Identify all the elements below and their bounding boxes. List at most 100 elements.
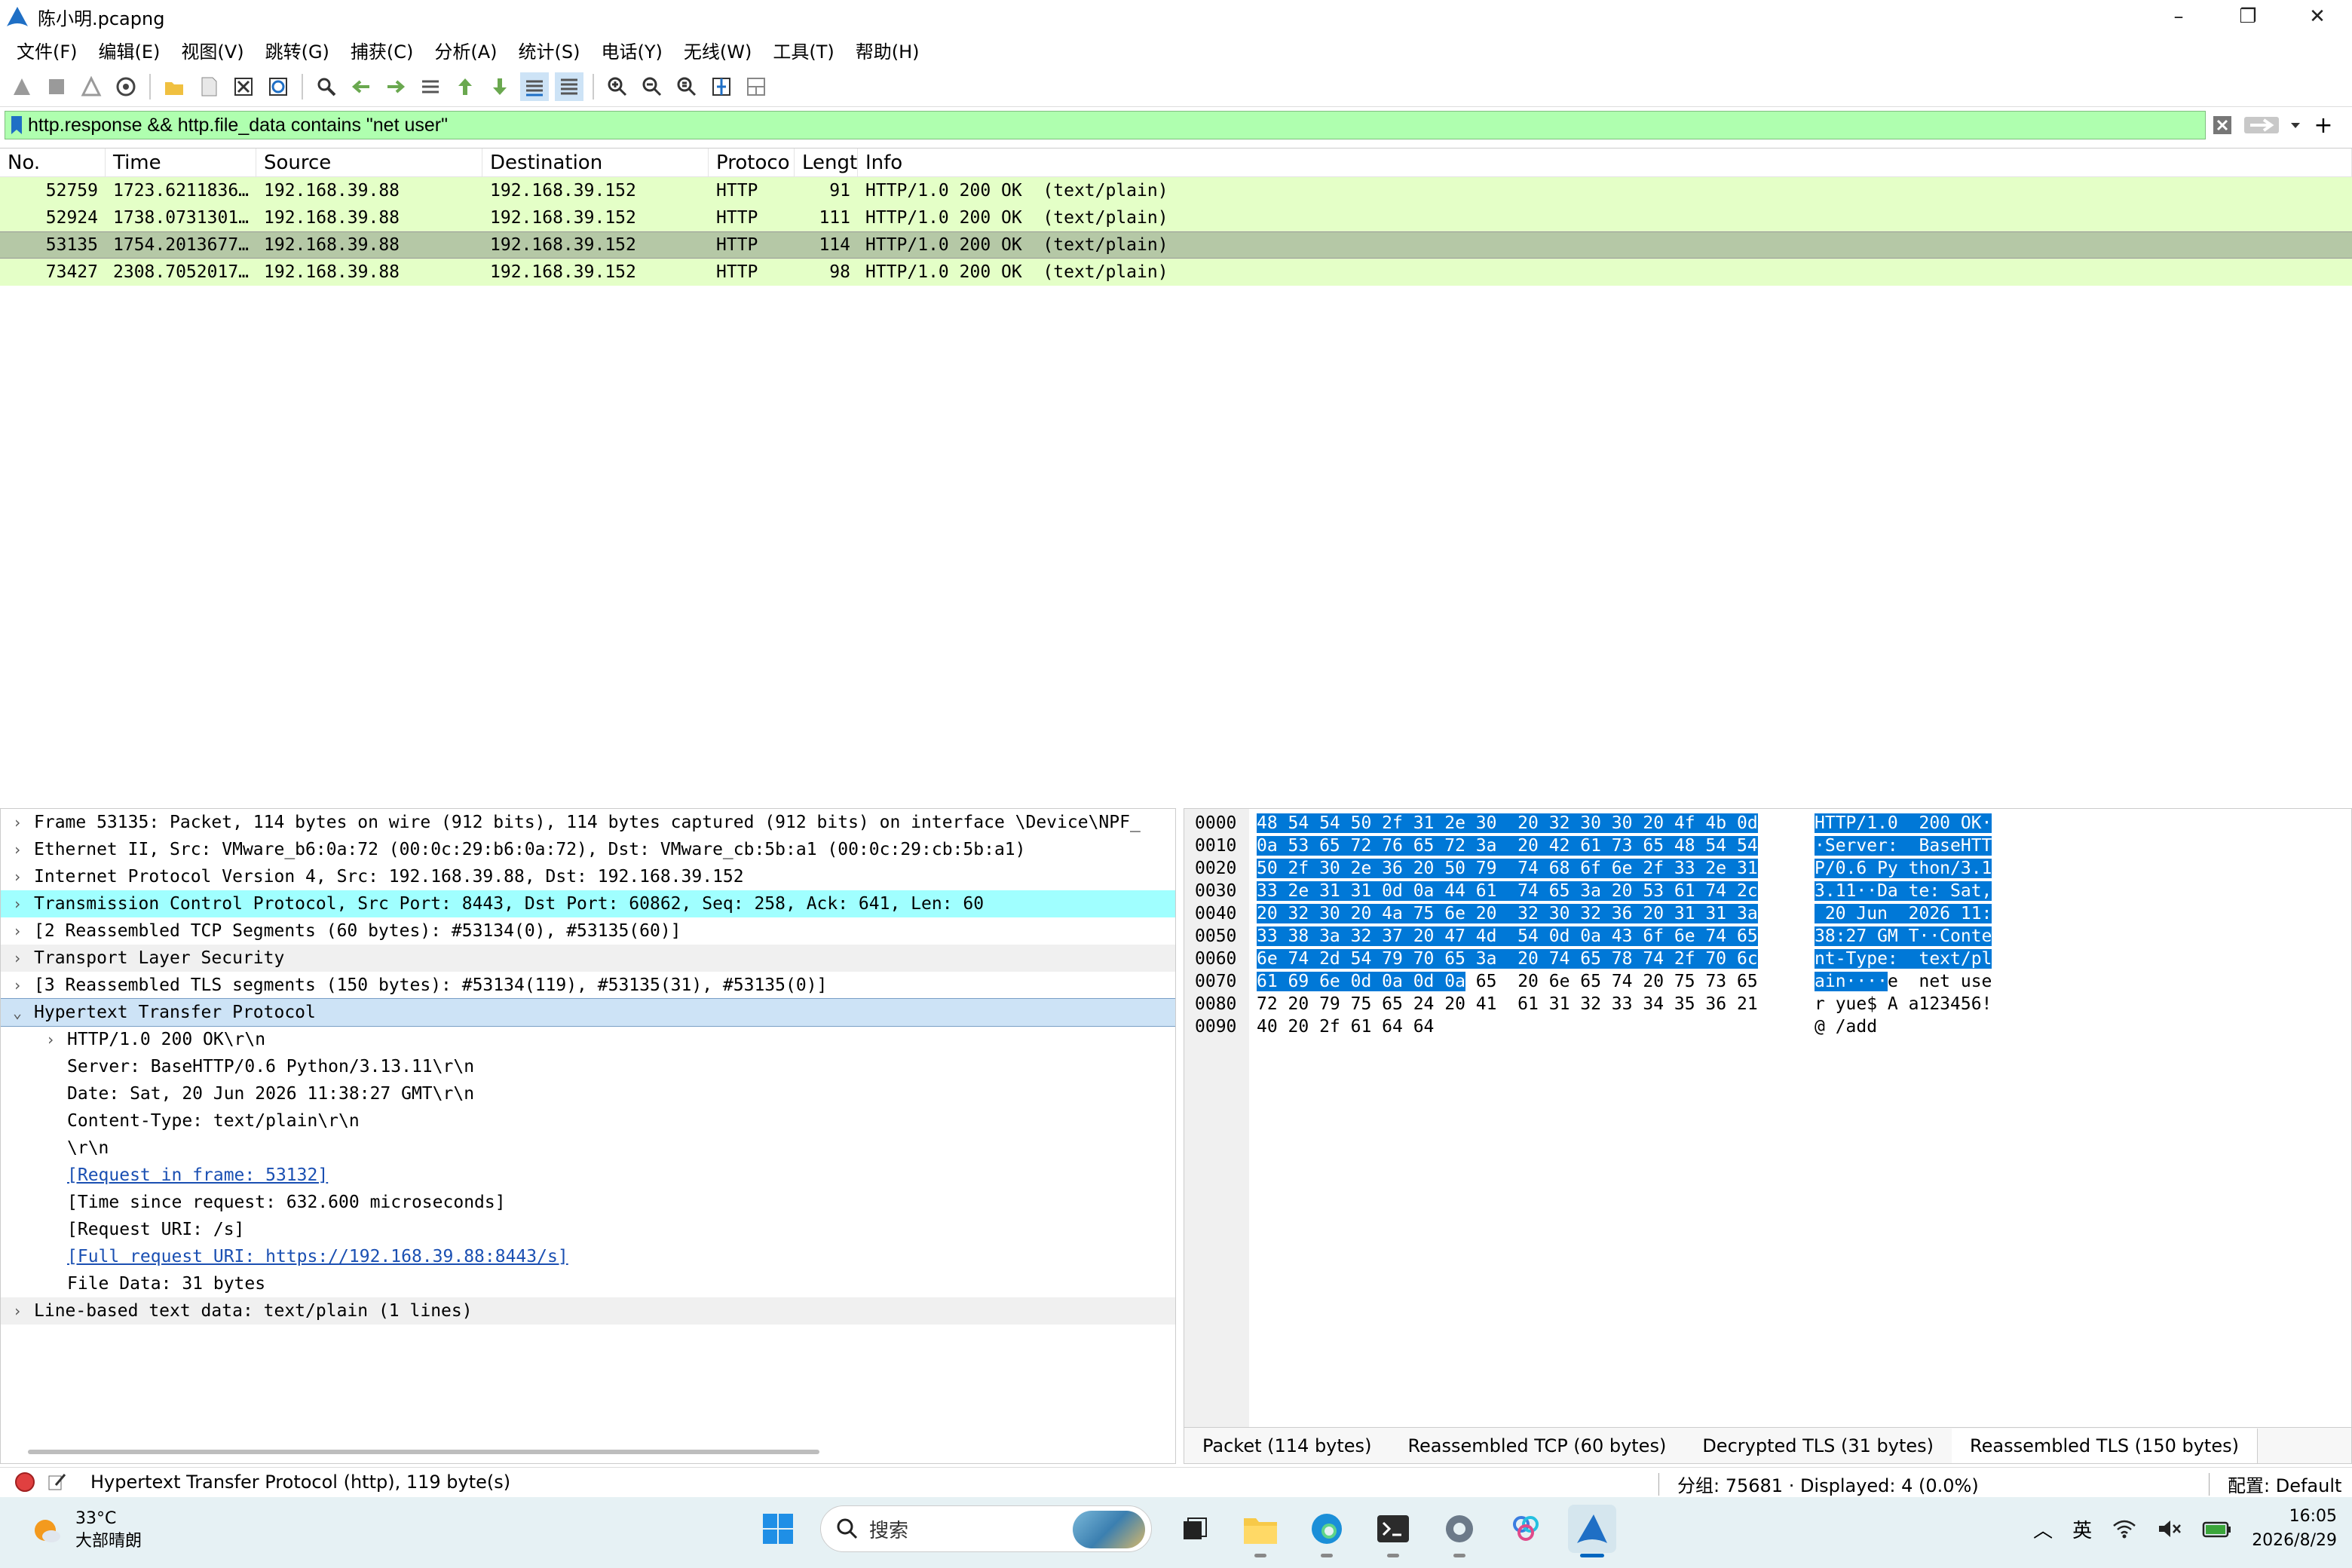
menu-capture[interactable]: 捕获(C) bbox=[340, 37, 424, 63]
column-source[interactable]: Source bbox=[256, 148, 482, 177]
hex-bytes[interactable]: 72 20 79 75 65 24 20 41 61 31 32 33 34 3… bbox=[1257, 993, 1758, 1015]
hex-bytes-highlighted[interactable]: 48 54 54 50 2f 31 2e 30 20 32 30 30 20 4… bbox=[1257, 813, 1758, 833]
expand-arrow-icon[interactable]: › bbox=[1, 945, 34, 972]
capture-comment-icon[interactable] bbox=[47, 1472, 68, 1493]
first-packet-icon[interactable] bbox=[451, 72, 479, 101]
layout-icon[interactable] bbox=[742, 72, 770, 101]
hex-bytes-highlighted[interactable]: 20 32 30 20 4a 75 6e 20 32 30 32 36 20 3… bbox=[1257, 904, 1758, 923]
tree-item-reassembled-tcp[interactable]: › [2 Reassembled TCP Segments (60 bytes):… bbox=[1, 917, 1175, 945]
restore-button[interactable]: ❐ bbox=[2213, 0, 2283, 33]
ascii-highlighted[interactable]: 38:27 GM T··Conte bbox=[1815, 926, 1992, 946]
hex-bytes[interactable]: 61 69 6e 0d 0a 0d 0a 65 20 6e 65 74 20 7… bbox=[1257, 970, 1758, 993]
cloud-app-icon[interactable] bbox=[1502, 1505, 1550, 1553]
packet-row-selected[interactable]: 53135 1754.2013677… 192.168.39.88 192.16… bbox=[0, 231, 2352, 259]
tab-packet-bytes[interactable]: Packet (114 bytes) bbox=[1184, 1429, 1389, 1463]
go-back-icon[interactable] bbox=[347, 72, 375, 101]
menu-wireless[interactable]: 无线(W) bbox=[673, 37, 762, 63]
ascii-plain[interactable]: e net use bbox=[1888, 972, 1992, 991]
tree-item-http-content-type[interactable]: Content-Type: text/plain\r\n bbox=[1, 1107, 1175, 1135]
tree-item-request-uri[interactable]: [Request URI: /s] bbox=[1, 1216, 1175, 1243]
zoom-in-icon[interactable] bbox=[603, 72, 632, 101]
tree-item-tls[interactable]: › Transport Layer Security bbox=[1, 945, 1175, 972]
ascii-bytes[interactable]: ain····e net use bbox=[1815, 970, 1992, 993]
hex-bytes-plain[interactable]: 65 20 6e 65 74 20 75 73 65 bbox=[1465, 972, 1758, 991]
ascii-plain[interactable]: r yue$ A a123456! bbox=[1815, 994, 1992, 1014]
terminal-icon[interactable] bbox=[1369, 1505, 1417, 1557]
menu-analyze[interactable]: 分析(A) bbox=[424, 37, 507, 63]
auto-scroll-icon[interactable] bbox=[520, 72, 549, 101]
add-filter-button-icon[interactable]: + bbox=[2307, 111, 2340, 139]
hex-bytes-highlighted[interactable]: 33 2e 31 31 0d 0a 44 61 74 65 3a 20 53 6… bbox=[1257, 881, 1758, 901]
start-capture-icon[interactable] bbox=[8, 72, 36, 101]
apply-filter-icon[interactable] bbox=[2239, 111, 2284, 139]
hex-bytes-highlighted[interactable]: 61 69 6e 0d 0a 0d 0a bbox=[1257, 972, 1465, 991]
tab-reassembled-tcp[interactable]: Reassembled TCP (60 bytes) bbox=[1389, 1429, 1684, 1463]
start-menu-icon[interactable] bbox=[754, 1505, 802, 1553]
hex-bytes-highlighted[interactable]: 0a 53 65 72 76 65 72 3a 20 42 61 73 65 4… bbox=[1257, 836, 1758, 856]
system-clock[interactable]: 16:05 2026/8/29 bbox=[2252, 1505, 2337, 1553]
ascii-plain[interactable]: @ /add bbox=[1815, 1017, 1877, 1037]
tab-reassembled-tls[interactable]: Reassembled TLS (150 bytes) bbox=[1952, 1428, 2258, 1463]
hex-bytes[interactable]: 33 38 3a 32 37 20 47 4d 54 0d 0a 43 6f 6… bbox=[1257, 925, 1758, 948]
tree-item-ethernet[interactable]: › Ethernet II, Src: VMware_b6:0a:72 (00:0… bbox=[1, 836, 1175, 863]
expand-arrow-icon[interactable]: › bbox=[1, 809, 34, 836]
tree-item-line-based-text[interactable]: › Line-based text data: text/plain (1 lin… bbox=[1, 1297, 1175, 1325]
stop-capture-icon[interactable] bbox=[42, 72, 71, 101]
ascii-bytes[interactable]: 20 Jun 2026 11: bbox=[1815, 902, 1992, 925]
go-to-packet-icon[interactable] bbox=[416, 72, 445, 101]
resize-columns-icon[interactable] bbox=[707, 72, 736, 101]
expand-arrow-icon[interactable]: › bbox=[1, 863, 34, 890]
wifi-icon[interactable] bbox=[2112, 1518, 2137, 1539]
expand-arrow-icon[interactable]: › bbox=[1, 917, 34, 945]
tree-item-reassembled-tls[interactable]: › [3 Reassembled TLS segments (150 bytes)… bbox=[1, 972, 1175, 999]
hex-bytes[interactable]: 50 2f 30 2e 36 20 50 79 74 68 6f 6e 2f 3… bbox=[1257, 857, 1758, 880]
ascii-highlighted[interactable]: HTTP/1.0 200 OK· bbox=[1815, 813, 1992, 833]
ascii-highlighted[interactable]: nt-Type: text/pl bbox=[1815, 949, 1992, 969]
display-filter-input[interactable] bbox=[28, 114, 2184, 136]
tree-item-http[interactable]: ⌄ Hypertext Transfer Protocol bbox=[1, 998, 1175, 1027]
tree-item-request-in-frame-link[interactable]: [Request in frame: 53132] bbox=[1, 1162, 1175, 1189]
hex-bytes-highlighted[interactable]: 6e 74 2d 54 79 70 65 3a 20 74 65 78 74 2… bbox=[1257, 949, 1758, 969]
tree-item-http-crlf[interactable]: \r\n bbox=[1, 1135, 1175, 1162]
hex-bytes[interactable]: 0a 53 65 72 76 65 72 3a 20 42 61 73 65 4… bbox=[1257, 835, 1758, 857]
hex-bytes-highlighted[interactable]: 33 38 3a 32 37 20 47 4d 54 0d 0a 43 6f 6… bbox=[1257, 926, 1758, 946]
ascii-bytes[interactable]: P/0.6 Py thon/3.1 bbox=[1815, 857, 1992, 880]
menu-file[interactable]: 文件(F) bbox=[6, 37, 88, 63]
horizontal-scrollbar[interactable] bbox=[28, 1450, 819, 1454]
expand-arrow-icon[interactable]: › bbox=[1, 972, 34, 999]
hex-bytes-highlighted[interactable]: 50 2f 30 2e 36 20 50 79 74 68 6f 6e 2f 3… bbox=[1257, 859, 1758, 878]
ascii-bytes[interactable]: ·Server: BaseHTT bbox=[1815, 835, 1992, 857]
task-view-icon[interactable] bbox=[1170, 1505, 1218, 1553]
volume-muted-icon[interactable] bbox=[2157, 1518, 2182, 1539]
tree-item-file-data[interactable]: File Data: 31 bytes bbox=[1, 1270, 1175, 1297]
ascii-bytes[interactable]: @ /add bbox=[1815, 1015, 1877, 1038]
tree-item-frame[interactable]: › Frame 53135: Packet, 114 bytes on wire … bbox=[1, 809, 1175, 836]
packet-row[interactable]: 52759 1723.6211836… 192.168.39.88 192.16… bbox=[0, 177, 2352, 204]
ascii-highlighted[interactable]: ·Server: BaseHTT bbox=[1815, 836, 1992, 856]
hex-bytes-plain[interactable]: 40 20 2f 61 64 64 bbox=[1257, 1017, 1434, 1037]
tree-item-full-request-uri-link[interactable]: [Full request URI: https://192.168.39.88… bbox=[1, 1243, 1175, 1270]
menu-edit[interactable]: 编辑(E) bbox=[88, 37, 171, 63]
find-packet-icon[interactable] bbox=[312, 72, 341, 101]
ascii-highlighted[interactable]: ain···· bbox=[1815, 972, 1888, 991]
normal-size-icon[interactable] bbox=[672, 72, 701, 101]
hex-bytes[interactable]: 40 20 2f 61 64 64 bbox=[1257, 1015, 1434, 1038]
ascii-highlighted[interactable]: P/0.6 Py thon/3.1 bbox=[1815, 859, 1992, 878]
colorize-icon[interactable] bbox=[555, 72, 583, 101]
save-file-icon[interactable] bbox=[194, 72, 223, 101]
close-file-icon[interactable] bbox=[229, 72, 258, 101]
column-time[interactable]: Time bbox=[106, 148, 256, 177]
menu-telephony[interactable]: 电话(Y) bbox=[591, 37, 673, 63]
file-explorer-icon[interactable] bbox=[1236, 1505, 1285, 1557]
column-no[interactable]: No. bbox=[0, 148, 106, 177]
hex-bytes[interactable]: 48 54 54 50 2f 31 2e 30 20 32 30 30 20 4… bbox=[1257, 812, 1758, 835]
request-frame-link[interactable]: [Request in frame: 53132] bbox=[67, 1162, 328, 1189]
packet-row[interactable]: 73427 2308.7052017… 192.168.39.88 192.16… bbox=[0, 259, 2352, 286]
status-profile[interactable]: 配置: Default bbox=[2228, 1471, 2341, 1497]
hex-bytes-plain[interactable]: 72 20 79 75 65 24 20 41 61 31 32 33 34 3… bbox=[1257, 994, 1758, 1014]
chevron-up-icon[interactable]: ︿ bbox=[2033, 1515, 2053, 1543]
wireshark-taskbar-icon[interactable] bbox=[1568, 1505, 1616, 1557]
expand-arrow-icon[interactable]: › bbox=[1, 836, 34, 863]
column-length[interactable]: Lengt bbox=[795, 148, 858, 177]
menu-view[interactable]: 视图(V) bbox=[170, 37, 254, 63]
